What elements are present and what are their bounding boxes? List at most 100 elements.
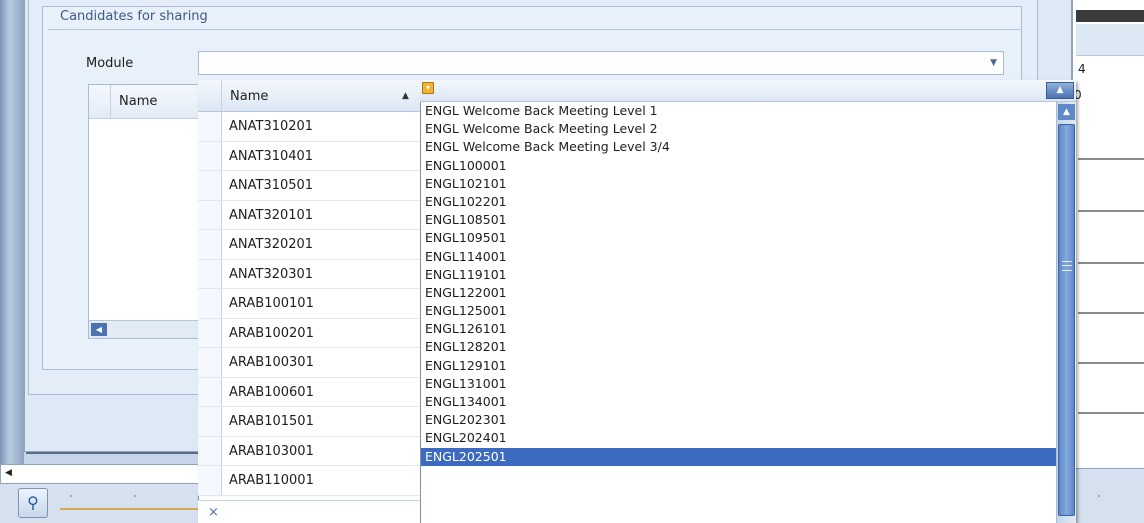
lookup-cell: ARAB103001 <box>229 443 314 459</box>
row-indicator[interactable] <box>198 348 222 377</box>
sort-ascending-icon: ▲ <box>402 91 409 101</box>
lookup-row[interactable]: ARAB100301 <box>198 348 420 378</box>
row-indicator[interactable] <box>198 436 222 465</box>
list-item[interactable]: ENGL126101 <box>421 320 1056 338</box>
lookup-cell: ARAB100601 <box>229 384 314 400</box>
scroll-up-icon[interactable]: ▲ <box>1058 104 1075 120</box>
list-item[interactable]: ENGL Welcome Back Meeting Level 3/4 <box>421 138 1056 156</box>
lookup-row[interactable]: ANAT310501 <box>198 171 420 201</box>
list-item[interactable]: ENGL134001 <box>421 393 1056 411</box>
list-item[interactable]: ENGL119101 <box>421 266 1056 284</box>
row-indicator[interactable] <box>198 377 222 406</box>
list-item[interactable]: ENGL109501 <box>421 229 1056 247</box>
row-indicator[interactable] <box>198 230 222 259</box>
grid-horizontal-scrollbar[interactable]: ◀ <box>89 320 207 338</box>
tick-mark <box>70 495 72 497</box>
list-item[interactable]: ENGL100001 <box>421 157 1056 175</box>
list-item[interactable]: ENGL102101 <box>421 175 1056 193</box>
list-item[interactable]: ENGL Welcome Back Meeting Level 1 <box>421 102 1056 120</box>
lookup-row[interactable]: ARAB100101 <box>198 289 420 319</box>
row-indicator[interactable] <box>198 171 222 200</box>
left-window-frame <box>0 0 24 468</box>
list-item[interactable]: ENGL114001 <box>421 248 1056 266</box>
grid-column-name[interactable]: Name <box>119 94 157 109</box>
list-item[interactable]: ENGL202301 <box>421 411 1056 429</box>
dropdown-vertical-scrollbar[interactable]: ▲ <box>1056 102 1076 523</box>
lookup-cell: ANAT310201 <box>229 119 314 134</box>
grip-icon <box>1062 261 1072 271</box>
divider <box>1078 412 1144 414</box>
row-indicator-header <box>198 80 222 112</box>
row-indicator[interactable] <box>198 112 222 141</box>
list-item[interactable]: ENGL Welcome Back Meeting Level 2 <box>421 120 1056 138</box>
divider <box>1078 362 1144 364</box>
lookup-cell: ARAB100301 <box>229 355 314 370</box>
lookup-row[interactable]: ANAT320101 <box>198 200 420 230</box>
lookup-header: Name ▲ <box>198 80 420 112</box>
lookup-cell: ANAT320201 <box>229 237 314 252</box>
row-indicator[interactable] <box>198 200 222 229</box>
tick-mark <box>134 495 136 497</box>
right-dark-bar <box>1076 10 1144 22</box>
filter-icon[interactable]: ▾ <box>422 82 434 94</box>
lookup-cell: ARAB100201 <box>229 325 314 341</box>
lookup-rows: ANAT310201 ANAT310401 ANAT310501 ANAT320101… <box>198 112 420 496</box>
lookup-cell: ARAB101501 <box>229 414 314 429</box>
clear-button[interactable]: × <box>208 505 219 520</box>
lookup-cell: ANAT310401 <box>229 148 314 164</box>
list-item[interactable]: ENGL202501 <box>421 447 1056 466</box>
lookup-cell: ARAB110001 <box>229 473 314 488</box>
lookup-row[interactable]: ARAB101501 <box>198 407 420 437</box>
dropdown-list[interactable]: ENGL Welcome Back Meeting Level 1 ENGL We… <box>420 102 1056 523</box>
list-item[interactable]: ENGL128201 <box>421 338 1056 356</box>
list-item[interactable]: ENGL125001 <box>421 302 1056 320</box>
divider <box>1078 210 1144 212</box>
group-title: Candidates for sharing <box>48 4 1022 30</box>
module-combobox[interactable]: ▼ <box>198 51 1004 75</box>
lookup-cell: ANAT320101 <box>229 207 314 223</box>
row-indicator[interactable] <box>198 318 222 347</box>
list-item[interactable]: ENGL131001 <box>421 375 1056 393</box>
scroll-left-icon[interactable]: ◀ <box>91 323 107 336</box>
scrollbar-thumb[interactable] <box>1058 124 1075 516</box>
collapse-up-icon[interactable]: ▲ <box>1046 82 1074 99</box>
candidates-grid[interactable]: Name ◀ <box>88 84 208 339</box>
divider <box>1078 158 1144 160</box>
filter-bar: ▾ ▲ <box>420 80 1076 102</box>
lookup-row[interactable]: ARAB100601 <box>198 377 420 407</box>
lookup-row[interactable]: ANAT310201 <box>198 112 420 142</box>
divider <box>1078 312 1144 314</box>
row-indicator[interactable] <box>198 466 222 495</box>
lookup-row[interactable]: ANAT320301 <box>198 259 420 289</box>
lookup-row[interactable]: ANAT320201 <box>198 230 420 260</box>
list-item[interactable]: ENGL202401 <box>421 429 1056 447</box>
grid-header: Name <box>89 85 207 119</box>
lookup-cell: ANAT320301 <box>229 266 314 282</box>
scroll-left-icon[interactable]: ◀ <box>5 468 12 478</box>
lookup-column-name[interactable]: Name <box>230 89 268 104</box>
row-indicator[interactable] <box>198 407 222 436</box>
module-label: Module <box>86 56 134 71</box>
lookup-row[interactable]: ARAB110001 <box>198 466 420 496</box>
list-item[interactable]: ENGL108501 <box>421 211 1056 229</box>
lookup-footer: × <box>198 500 420 523</box>
list-item[interactable]: ENGL129101 <box>421 357 1056 375</box>
lookup-row[interactable]: ARAB103001 <box>198 436 420 466</box>
main-horizontal-scrollbar[interactable]: ◀ <box>0 464 200 484</box>
row-indicator-header <box>89 85 111 119</box>
list-item[interactable]: ENGL102201 <box>421 193 1056 211</box>
row-indicator[interactable] <box>198 259 222 288</box>
lookup-row[interactable]: ANAT310401 <box>198 141 420 171</box>
lookup-cell: ARAB100101 <box>229 296 314 311</box>
magnifier-icon[interactable]: ⚲ <box>18 488 48 518</box>
row-indicator[interactable] <box>198 141 222 170</box>
lookup-row[interactable]: ARAB100201 <box>198 318 420 348</box>
list-item[interactable]: ENGL122001 <box>421 284 1056 302</box>
right-text-1: 4 <box>1078 62 1086 76</box>
right-panel-header <box>1076 24 1144 56</box>
chevron-down-icon[interactable]: ▼ <box>990 58 997 68</box>
zoom-slider[interactable] <box>60 508 200 510</box>
lookup-cell: ANAT310501 <box>229 178 314 193</box>
row-indicator[interactable] <box>198 289 222 318</box>
tick-mark <box>1098 495 1100 497</box>
